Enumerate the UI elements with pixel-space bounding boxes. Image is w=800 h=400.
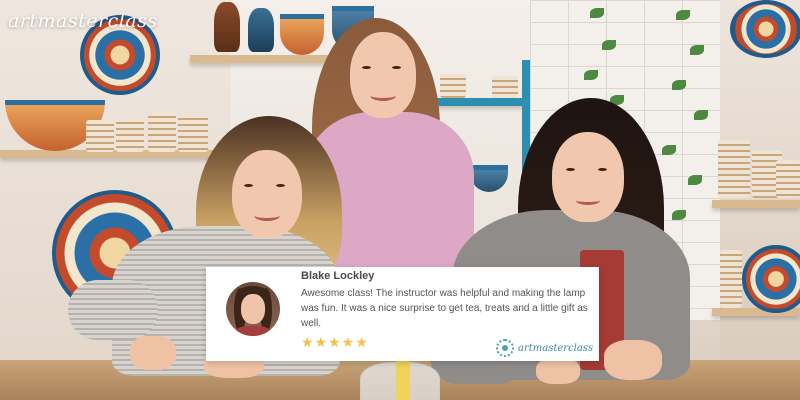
- glue-bottle: [396, 360, 410, 400]
- review-card: Blake Lockley Awesome class! The instruc…: [206, 267, 599, 361]
- eye: [276, 184, 285, 187]
- star-rating: ★★★★★: [301, 335, 369, 351]
- card-logo: artmasterclass: [496, 339, 593, 357]
- bowl-stack: [492, 76, 518, 98]
- ivy-leaf: [690, 45, 704, 55]
- bowl-stack: [720, 250, 742, 308]
- mandala-icon: [496, 339, 514, 357]
- face: [552, 132, 624, 222]
- bowl-stack: [718, 140, 750, 198]
- eye: [244, 184, 253, 187]
- bowl-stack: [440, 74, 466, 98]
- shelf-right: [712, 200, 800, 208]
- smile: [576, 196, 600, 205]
- face: [350, 32, 416, 118]
- bowl-stack: [776, 160, 800, 198]
- reviewer-name: Blake Lockley: [301, 270, 375, 282]
- card-logo-text: artmasterclass: [518, 342, 594, 354]
- eye: [392, 66, 401, 69]
- eye: [362, 66, 371, 69]
- ivy-leaf: [694, 110, 708, 120]
- ceramic-vase: [248, 8, 274, 52]
- hand: [536, 358, 580, 384]
- hand: [130, 336, 176, 370]
- bowl-stack: [86, 120, 114, 152]
- ivy-leaf: [688, 175, 702, 185]
- shelf-left-upper: [190, 55, 335, 63]
- photo-scene: artmasterclass Blake Lockley Awesome cla…: [0, 0, 800, 400]
- smile: [370, 90, 396, 101]
- ivy-leaf: [676, 10, 690, 20]
- decorative-plate: [730, 0, 800, 58]
- bowl-stack: [178, 114, 208, 152]
- ivy-leaf: [672, 80, 686, 90]
- ivy-leaf: [672, 210, 686, 220]
- shelf-blue: [435, 98, 525, 106]
- bowl-stack: [148, 112, 176, 152]
- hand: [604, 340, 662, 380]
- eye: [566, 168, 575, 171]
- avatar: [226, 282, 280, 336]
- brand-logo: artmasterclass: [8, 10, 158, 32]
- bowl-stack: [116, 118, 144, 152]
- ivy-leaf: [584, 70, 598, 80]
- ivy-leaf: [602, 40, 616, 50]
- review-text: Awesome class! The instructor was helpfu…: [301, 288, 588, 329]
- ceramic-vase: [214, 2, 240, 52]
- ivy-leaf: [590, 8, 604, 18]
- face: [232, 150, 302, 238]
- eye: [598, 168, 607, 171]
- ivy-leaf: [662, 145, 676, 155]
- smile: [254, 210, 280, 221]
- arm: [68, 280, 158, 340]
